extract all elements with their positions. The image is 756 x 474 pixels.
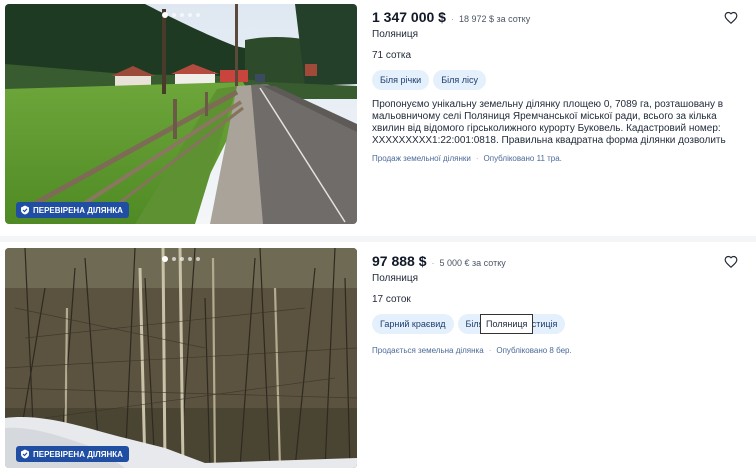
listing-card[interactable]: ПЕРЕВІРЕНА ДІЛЯНКА 97 888 $ · 5 000 € за… — [0, 244, 756, 472]
carousel-dots[interactable] — [162, 256, 200, 262]
listing-card[interactable]: ПЕРЕВІРЕНА ДІЛЯНКА 1 347 000 $ · 18 972 … — [0, 0, 756, 228]
verified-check-icon — [21, 449, 29, 459]
listing-photo[interactable]: ПЕРЕВІРЕНА ДІЛЯНКА — [5, 4, 357, 224]
separator: · — [431, 258, 435, 268]
price-per-unit: 5 000 € за сотку — [439, 258, 506, 268]
carousel-dots[interactable] — [162, 12, 200, 18]
listing-category[interactable]: Продаж земельної ділянки — [372, 154, 471, 163]
forest-image — [5, 248, 357, 468]
price-row: 97 888 $ · 5 000 € за сотку — [372, 253, 506, 269]
price: 97 888 $ — [372, 253, 427, 269]
feature-tags: Біля річки Біля лісу — [372, 70, 486, 90]
verified-badge: ПЕРЕВІРЕНА ДІЛЯНКА — [16, 202, 129, 218]
verified-badge-label: ПЕРЕВІРЕНА ДІЛЯНКА — [33, 449, 123, 459]
listing-category[interactable]: Продається земельна ділянка — [372, 346, 484, 355]
separator: · — [450, 14, 454, 24]
heart-outline-icon[interactable] — [724, 11, 738, 25]
road-landscape-image — [5, 4, 357, 224]
location-tooltip: Поляниця — [480, 314, 534, 334]
published-date: Опубліковано 8 бер. — [496, 346, 572, 355]
published-date: Опубліковано 11 тра. — [483, 154, 562, 163]
location[interactable]: Поляниця — [372, 29, 418, 40]
listing-description: Пропонуємо унікальну земельну ділянку пл… — [372, 99, 726, 146]
price-per-unit: 18 972 $ за сотку — [458, 14, 531, 24]
location[interactable]: Поляниця — [372, 273, 418, 284]
listing-meta: Продається земельна ділянка · Опубліковано… — [372, 346, 572, 355]
tag-near-river[interactable]: Біля річки — [372, 70, 430, 90]
price-row: 1 347 000 $ · 18 972 $ за сотку — [372, 9, 530, 25]
feature-tags: Гарний краєвид Біля а інвестиція — [372, 314, 566, 334]
heart-outline-icon[interactable] — [724, 255, 738, 269]
listing-divider — [0, 236, 756, 242]
listing-photo[interactable]: ПЕРЕВІРЕНА ДІЛЯНКА — [5, 248, 357, 468]
plot-area: 71 сотка — [372, 50, 412, 61]
verified-badge: ПЕРЕВІРЕНА ДІЛЯНКА — [16, 446, 129, 462]
verified-badge-label: ПЕРЕВІРЕНА ДІЛЯНКА — [33, 205, 123, 215]
tag-near-forest[interactable]: Біля лісу — [433, 70, 486, 90]
price: 1 347 000 $ — [372, 9, 446, 25]
tag-nice-view[interactable]: Гарний краєвид — [372, 314, 454, 334]
separator: · — [488, 346, 492, 355]
verified-check-icon — [21, 205, 29, 215]
plot-area: 17 соток — [372, 294, 411, 305]
separator: · — [475, 154, 479, 163]
listing-meta: Продаж земельної ділянки · Опубліковано 11… — [372, 154, 562, 163]
